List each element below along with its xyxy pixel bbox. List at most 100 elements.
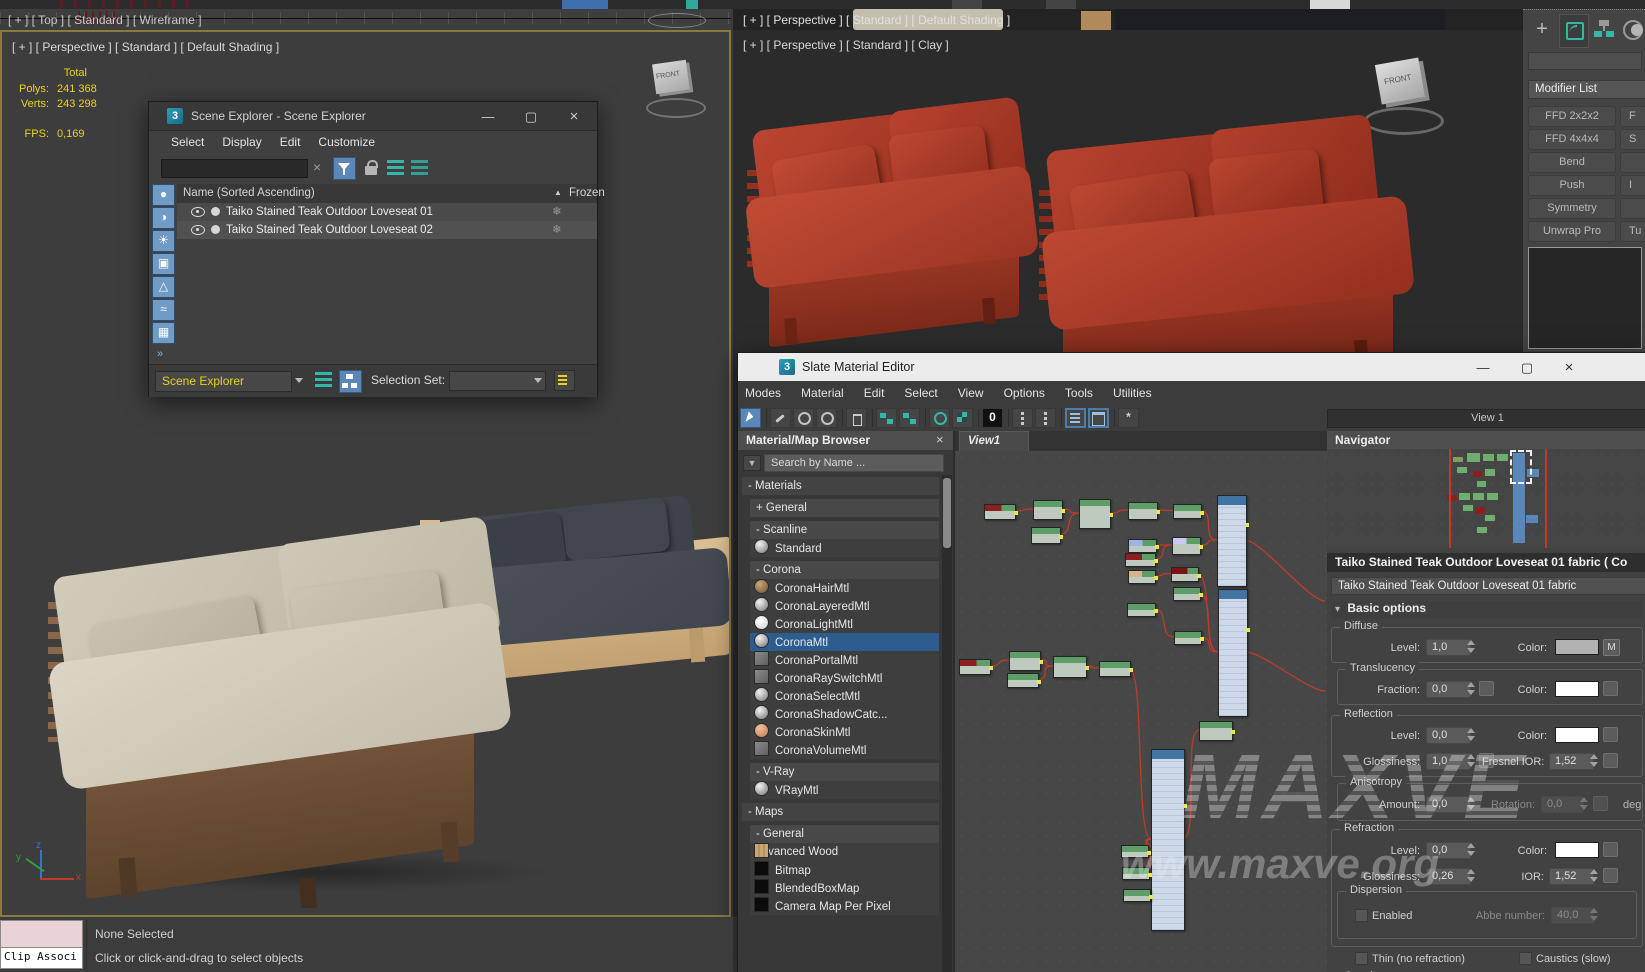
viewcube[interactable]: FRONT [1358, 55, 1448, 140]
refraction-ior-map-button[interactable] [1603, 868, 1618, 883]
material-item-coronaselectmtl[interactable]: CoronaSelectMtl [750, 687, 939, 706]
material-node[interactable] [1172, 537, 1201, 555]
material-node[interactable] [1123, 889, 1151, 902]
modifier-button-cut[interactable]: I [1620, 175, 1645, 196]
material-item-coronalightmtl[interactable]: CoronaLightMtl [750, 615, 939, 634]
scrollbar-thumb[interactable] [943, 478, 951, 548]
hide-unused-nodeslots-icon[interactable] [899, 408, 920, 428]
diffuse-level-spinner[interactable] [1466, 638, 1475, 655]
refraction-color-swatch[interactable] [1555, 842, 1599, 858]
modifier-button-cut[interactable] [1620, 152, 1645, 173]
motion-tab[interactable] [1621, 18, 1645, 42]
refraction-ior-field[interactable]: 1,52 [1549, 868, 1594, 885]
material-node[interactable] [1125, 553, 1156, 567]
scene-explorer-window[interactable]: 3 Scene Explorer - Scene Explorer — ▢ × … [148, 101, 598, 397]
material-item-blendedboxmap[interactable]: BlendedBoxMap [750, 879, 939, 898]
se-menu-edit[interactable]: Edit [280, 135, 301, 149]
modifier-button-cut[interactable]: F [1620, 106, 1645, 127]
geometry-filter-icon[interactable]: ● [152, 184, 175, 206]
material-item-bitmap[interactable]: Bitmap [750, 861, 939, 880]
material-node[interactable] [959, 659, 991, 675]
modifier-button-cut[interactable]: Tu [1620, 221, 1645, 242]
selectable-dot-icon[interactable] [211, 207, 220, 216]
modifier-button-bend[interactable]: Bend [1528, 152, 1616, 173]
material-node[interactable] [1128, 570, 1156, 584]
translucency-map-button[interactable] [1479, 681, 1494, 696]
diffuse-map-button[interactable]: M [1603, 639, 1620, 656]
show-maps-icon[interactable] [952, 408, 973, 428]
se-list-header[interactable]: Name (Sorted Ascending) ▲ Frozen [177, 184, 597, 204]
refraction-ior-spinner[interactable] [1589, 867, 1598, 884]
edit-selection-set-icon[interactable] [554, 370, 575, 391]
modifier-button-cut[interactable] [1620, 198, 1645, 219]
slate-menu-select[interactable]: Select [904, 386, 937, 400]
close-icon[interactable]: × [1560, 359, 1578, 376]
browser-dropdown-icon[interactable]: ▼ [743, 455, 761, 471]
visibility-eye-icon[interactable] [191, 225, 205, 235]
tab-view1[interactable]: View1 [959, 431, 1029, 452]
diffuse-level-field[interactable]: 1,0 [1426, 639, 1471, 656]
put-material-icon[interactable] [816, 408, 837, 428]
material-node[interactable] [1218, 589, 1248, 717]
material-item-coronaportalmtl[interactable]: CoronaPortalMtl [750, 651, 939, 670]
translucency-color-map-button[interactable] [1603, 681, 1618, 696]
se-collapse-tree-icon[interactable] [411, 160, 428, 175]
se-menu-display[interactable]: Display [222, 135, 261, 149]
modifier-button-symmetry[interactable]: Symmetry [1528, 198, 1616, 219]
browser-close-icon[interactable]: × [936, 432, 944, 447]
slate-menu-options[interactable]: Options [1004, 386, 1045, 400]
fresnel-ior-map-button[interactable] [1603, 753, 1618, 768]
get-material-icon[interactable] [793, 408, 814, 428]
maximize-icon[interactable]: ▢ [522, 109, 540, 125]
tree-section--maps[interactable]: - Maps [742, 803, 939, 822]
tree-section--scanline[interactable]: - Scanline [750, 521, 939, 540]
se-column-name[interactable]: Name (Sorted Ascending) [183, 187, 315, 199]
material-node[interactable] [984, 504, 1016, 520]
material-item-camera-map-per-pixel[interactable]: Camera Map Per Pixel [750, 897, 939, 916]
close-icon[interactable]: × [565, 108, 583, 125]
top-viewport-label[interactable]: [ + ] [ Top ] [ Standard ] [ Wireframe ] [8, 13, 202, 27]
translucency-color-swatch[interactable] [1555, 681, 1599, 697]
minimize-icon[interactable]: — [1474, 360, 1492, 375]
viewport-label[interactable]: [ + ] [ Perspective ] [ Standard ] [ Def… [12, 40, 279, 54]
se-lock-icon[interactable] [363, 158, 379, 177]
slate-menu-view[interactable]: View [958, 386, 984, 400]
slate-titlebar[interactable]: 3 Slate Material Editor — ▢ × [738, 353, 1645, 381]
fraction-spinner[interactable] [1466, 680, 1475, 697]
hierarchy-tab[interactable] [1593, 18, 1617, 42]
refraction-color-map-button[interactable] [1603, 842, 1618, 857]
shapes-filter-icon[interactable]: ◑ [152, 207, 175, 229]
modifier-button-cut[interactable]: S [1620, 129, 1645, 150]
spacewarps-filter-icon[interactable]: ≈ [152, 299, 175, 321]
top-viewport-sliver[interactable]: [ + ] [ Top ] [ Standard ] [ Wireframe ] [0, 9, 731, 32]
material-item-advanced-wood[interactable]: Advanced Wood [750, 843, 939, 862]
helpers-filter-icon[interactable]: △ [152, 276, 175, 298]
material-node[interactable] [1079, 499, 1111, 529]
maximize-icon[interactable]: ▢ [1518, 360, 1536, 376]
thin-refraction-checkbox[interactable] [1355, 952, 1368, 965]
material-node[interactable] [1053, 656, 1087, 678]
object-name-field[interactable] [1528, 52, 1642, 70]
object-name[interactable]: Taiko Stained Teak Outdoor Loveseat 02 [226, 224, 433, 236]
groups-filter-icon[interactable]: ▦ [152, 322, 175, 344]
tree-section--corona[interactable]: - Corona [750, 561, 939, 580]
modifier-button-unwrap-pro[interactable]: Unwrap Pro [1528, 221, 1616, 242]
parameter-editor-toggle-icon[interactable] [1088, 408, 1109, 428]
diffuse-color-swatch[interactable] [1555, 639, 1599, 655]
sliver-viewport-label[interactable]: [ + ] [ Perspective ] [ Standard ] [ Def… [743, 13, 1010, 27]
navigator-header[interactable]: Navigator [1327, 431, 1645, 449]
cameras-filter-icon[interactable]: ▣ [152, 253, 175, 275]
material-node[interactable] [1031, 527, 1061, 544]
viewcube[interactable]: FRONT [638, 54, 710, 124]
tree-section--general[interactable]: + General [750, 499, 939, 518]
dispersion-enabled-checkbox[interactable] [1355, 909, 1368, 922]
maxscript-listener-line[interactable]: Clip Associ [0, 947, 83, 969]
rollout-basic-options[interactable]: ▾ Basic options [1331, 601, 1643, 619]
material-item-coronarayswitchmtl[interactable]: CoronaRaySwitchMtl [750, 669, 939, 688]
material-item-vraymtl[interactable]: VRayMtl [750, 781, 939, 800]
material-item-coronalayeredmtl[interactable]: CoronaLayeredMtl [750, 597, 939, 616]
se-expand-tree-icon[interactable] [387, 160, 404, 175]
tree-section--materials[interactable]: - Materials [742, 477, 939, 496]
select-by-material-icon[interactable]: * [1118, 408, 1139, 428]
toolbar-icon[interactable] [686, 0, 698, 9]
